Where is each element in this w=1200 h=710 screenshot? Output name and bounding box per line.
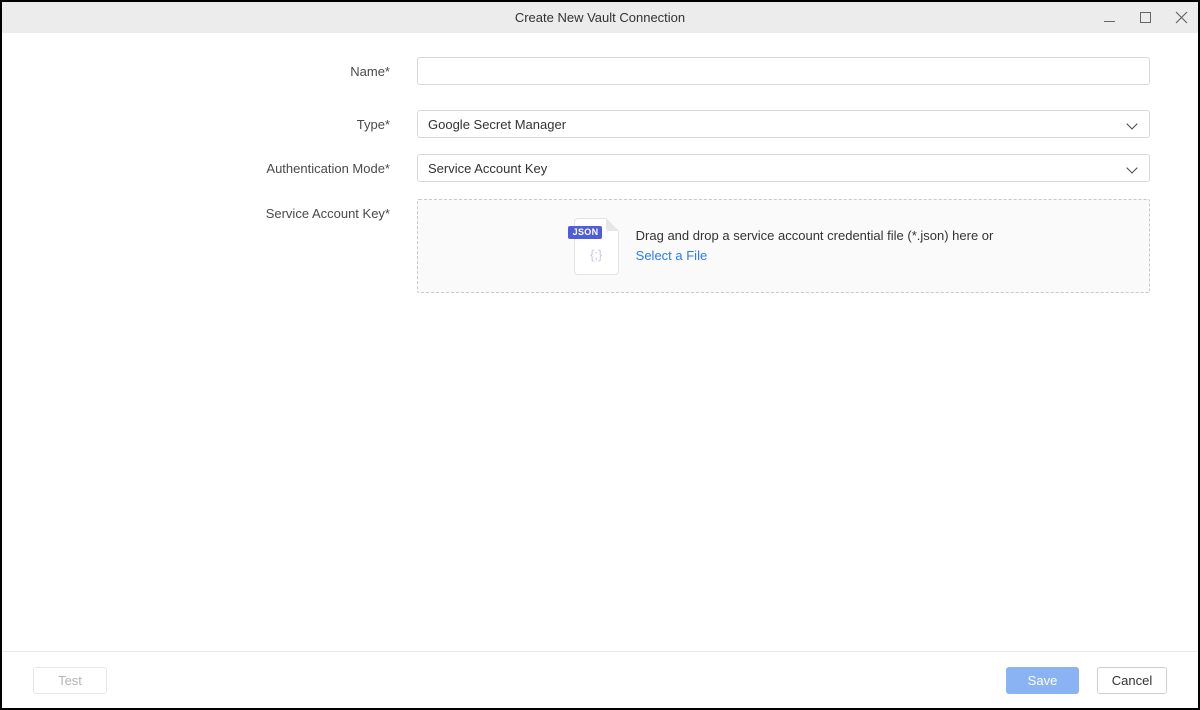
select-file-link[interactable]: Select a File	[636, 248, 708, 263]
dialog-title: Create New Vault Connection	[2, 10, 1198, 25]
save-button[interactable]: Save	[1006, 667, 1079, 694]
window-controls	[1102, 2, 1188, 33]
dropzone-text-block: Drag and drop a service account credenti…	[636, 227, 994, 265]
footer-actions: Save Cancel	[1006, 667, 1167, 694]
authentication-mode-row: Authentication Mode* Service Account Key	[2, 154, 1198, 182]
dropzone-instruction: Drag and drop a service account credenti…	[636, 227, 994, 245]
file-fold-corner	[606, 218, 619, 231]
form-area: Name* Type* Google Secret Manager Authen…	[2, 57, 1198, 293]
name-input[interactable]	[417, 57, 1150, 85]
json-braces-glyph: {;}	[575, 247, 618, 262]
authentication-mode-select-value: Service Account Key	[428, 161, 547, 176]
service-account-key-label: Service Account Key*	[2, 199, 390, 221]
name-row: Name*	[2, 57, 1198, 85]
close-icon[interactable]	[1174, 11, 1188, 25]
cancel-button[interactable]: Cancel	[1097, 667, 1167, 694]
titlebar: Create New Vault Connection	[2, 2, 1198, 33]
name-label: Name*	[2, 64, 390, 79]
json-badge: JSON	[568, 226, 603, 239]
service-account-key-row: Service Account Key* JSON {;} Drag and d…	[2, 199, 1198, 293]
type-row: Type* Google Secret Manager	[2, 110, 1198, 138]
minimize-icon[interactable]	[1102, 11, 1116, 25]
test-button[interactable]: Test	[33, 667, 107, 694]
chevron-down-icon	[1128, 118, 1137, 127]
dialog-footer: Test Save Cancel	[2, 651, 1198, 708]
file-dropzone[interactable]: JSON {;} Drag and drop a service account…	[417, 199, 1150, 293]
maximize-icon[interactable]	[1138, 11, 1152, 25]
json-file-icon: JSON {;}	[574, 218, 619, 275]
type-label: Type*	[2, 117, 390, 132]
authentication-mode-select[interactable]: Service Account Key	[417, 154, 1150, 182]
create-vault-connection-dialog: Create New Vault Connection Name* Type* …	[0, 0, 1200, 710]
chevron-down-icon	[1128, 162, 1137, 171]
type-select-value: Google Secret Manager	[428, 117, 566, 132]
authentication-mode-label: Authentication Mode*	[2, 161, 390, 176]
type-select[interactable]: Google Secret Manager	[417, 110, 1150, 138]
